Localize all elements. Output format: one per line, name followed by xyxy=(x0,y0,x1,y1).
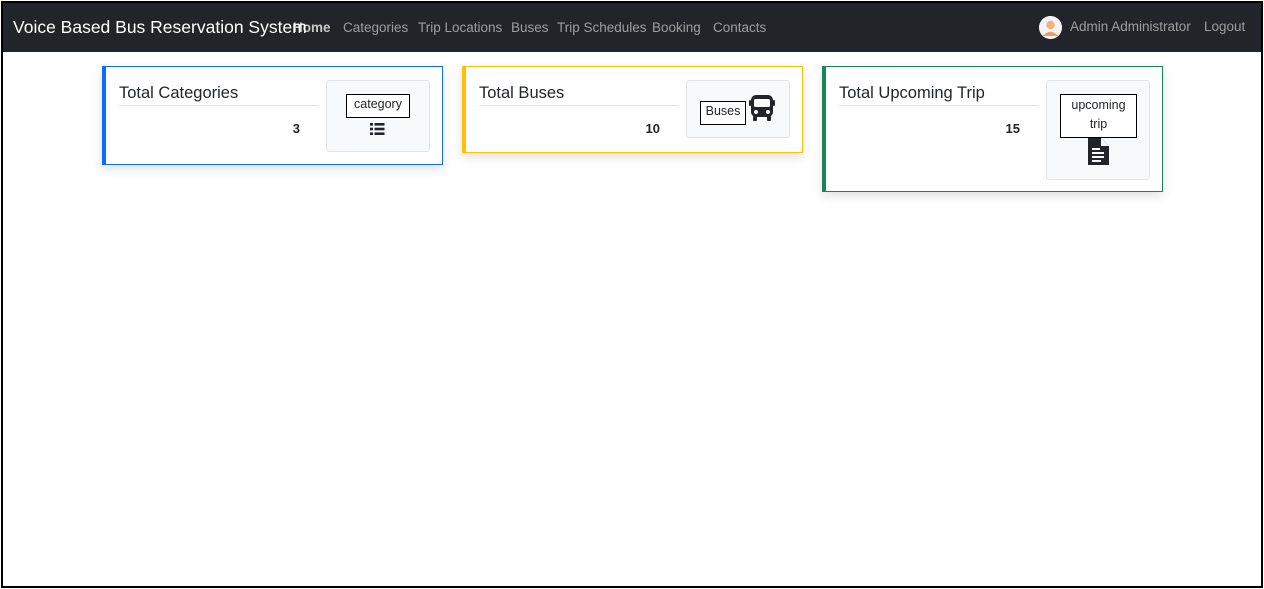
card-count: 3 xyxy=(292,121,300,136)
navbar: Voice Based Bus Reservation System Home … xyxy=(3,3,1261,52)
list-icon xyxy=(370,123,385,135)
card-count: 10 xyxy=(645,121,660,136)
app-window: Voice Based Bus Reservation System Home … xyxy=(1,1,1263,588)
nav-contacts[interactable]: Contacts xyxy=(713,20,766,35)
bus-icon xyxy=(749,95,775,121)
avatar[interactable] xyxy=(1039,16,1062,39)
card-title: Total Categories xyxy=(119,84,239,102)
nav-booking[interactable]: Booking xyxy=(652,20,701,35)
nav-categories[interactable]: Categories xyxy=(343,20,408,35)
card-count: 15 xyxy=(1005,121,1020,136)
card-title: Total Buses xyxy=(479,84,565,102)
card-title: Total Upcoming Trip xyxy=(839,84,985,102)
nav-home[interactable]: Home xyxy=(293,20,331,35)
user-avatar-icon xyxy=(1039,16,1062,39)
divider xyxy=(839,105,1039,106)
card-total-upcoming-trip: Total Upcoming Trip 15 upcoming trip xyxy=(822,66,1163,192)
icon-box: category xyxy=(326,80,430,152)
nav-trip-locations[interactable]: Trip Locations xyxy=(418,20,502,35)
file-icon xyxy=(1088,138,1109,165)
icon-box: upcoming trip xyxy=(1046,80,1150,180)
nav-buses[interactable]: Buses xyxy=(511,20,549,35)
icon-alt-text: category xyxy=(346,94,410,118)
icon-alt-text: Buses xyxy=(700,101,746,125)
card-total-categories: Total Categories 3 category xyxy=(102,66,443,165)
user-name[interactable]: Admin Administrator xyxy=(1070,19,1191,34)
logout-link[interactable]: Logout xyxy=(1204,19,1245,34)
nav-trip-schedules[interactable]: Trip Schedules xyxy=(557,20,647,35)
brand-title[interactable]: Voice Based Bus Reservation System xyxy=(13,17,307,38)
divider xyxy=(119,105,319,106)
icon-alt-text: upcoming trip xyxy=(1060,94,1137,138)
card-total-buses: Total Buses 10 Buses xyxy=(462,66,803,153)
divider xyxy=(479,105,679,106)
icon-box: Buses xyxy=(686,80,790,138)
